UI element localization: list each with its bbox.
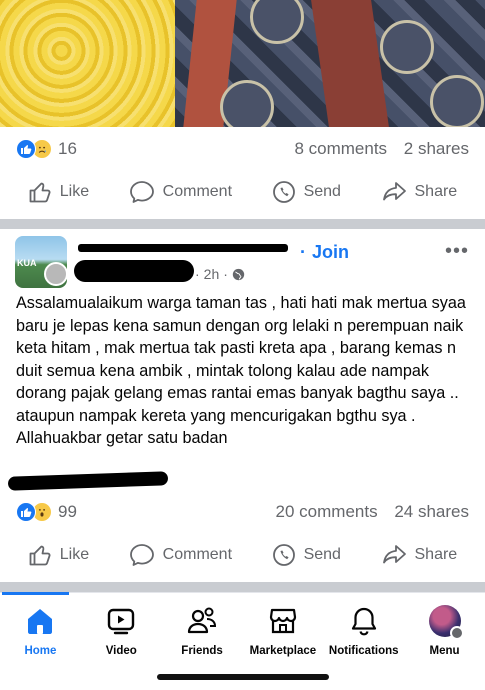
share-icon <box>382 545 406 564</box>
bottom-nav: Home Video Friends Marketplace Notificat… <box>0 592 485 664</box>
comment-icon <box>129 181 154 203</box>
photo-logo <box>380 20 434 74</box>
comment-icon <box>129 544 154 566</box>
redacted-author-name <box>74 260 194 282</box>
nav-friends[interactable]: Friends <box>162 593 243 664</box>
post1-reactions-row: 16 8 comments 2 shares <box>0 129 485 169</box>
post-body: Assalamualaikum warga taman tas , hati h… <box>16 294 466 447</box>
comments-count[interactable]: 20 comments <box>276 502 378 521</box>
shares-count[interactable]: 2 shares <box>404 139 469 158</box>
like-button[interactable]: Like <box>28 543 89 567</box>
like-label: Like <box>59 546 90 563</box>
comment-button[interactable]: Comment <box>129 180 232 204</box>
nav-home[interactable]: Home <box>0 592 81 664</box>
nav-marketplace-label: Marketplace <box>249 645 317 657</box>
like-label: Like <box>59 183 90 200</box>
share-button[interactable]: Share <box>381 543 458 567</box>
like-reaction-icon <box>16 139 36 159</box>
nav-video[interactable]: Video <box>81 593 162 664</box>
post-time[interactable]: 2h <box>204 266 220 282</box>
post-divider <box>0 219 485 229</box>
send-label: Send <box>303 546 341 563</box>
nav-marketplace[interactable]: Marketplace <box>242 593 323 664</box>
home-indicator[interactable] <box>157 674 329 680</box>
reaction-icons[interactable] <box>16 139 52 159</box>
menu-badge-icon <box>449 626 464 640</box>
more-options-icon[interactable]: ••• <box>445 240 469 263</box>
like-icon <box>29 545 51 566</box>
comment-button[interactable]: Comment <box>129 543 232 567</box>
home-icon <box>24 605 56 637</box>
post-photo[interactable] <box>0 0 485 127</box>
share-label: Share <box>414 546 458 563</box>
share-button[interactable]: Share <box>381 180 458 204</box>
comment-label: Comment <box>162 546 233 563</box>
send-label: Send <box>303 183 341 200</box>
reaction-count[interactable]: 99 <box>58 502 77 522</box>
send-icon <box>272 181 295 203</box>
post2-action-row: Like Comment Send Share <box>0 529 485 581</box>
like-reaction-icon <box>16 502 36 522</box>
nav-notifications-label: Notifications <box>328 645 399 657</box>
share-icon <box>382 182 406 201</box>
menu-avatar-wrap <box>428 605 464 640</box>
redacted-group-name <box>78 244 288 252</box>
send-button[interactable]: Send <box>272 543 341 567</box>
post2-reactions-row: 99 20 comments 24 shares <box>0 492 485 532</box>
share-label: Share <box>414 183 458 200</box>
friends-icon <box>186 605 218 637</box>
author-avatar[interactable] <box>44 262 68 286</box>
like-icon <box>29 182 51 203</box>
send-button[interactable]: Send <box>272 180 341 204</box>
avatar-sign: KUA <box>17 258 37 268</box>
reaction-count[interactable]: 16 <box>58 139 77 159</box>
like-button[interactable]: Like <box>28 180 89 204</box>
join-button[interactable]: · Join <box>300 242 349 263</box>
marketplace-icon <box>267 605 299 637</box>
photo-logo <box>430 75 484 127</box>
nav-notifications[interactable]: Notifications <box>323 593 404 664</box>
profile-avatar-icon <box>428 605 464 640</box>
globe-icon <box>232 268 245 280</box>
join-label: Join <box>312 242 350 262</box>
comment-label: Comment <box>162 183 233 200</box>
nav-menu-label: Menu <box>429 645 460 657</box>
comments-count[interactable]: 8 comments <box>294 139 387 158</box>
nav-home-label: Home <box>24 645 57 657</box>
post1-action-row: Like Comment Send Share <box>0 166 485 218</box>
post-divider <box>0 582 485 592</box>
redacted-text <box>7 471 169 491</box>
shares-count[interactable]: 24 shares <box>394 502 469 521</box>
reaction-icons[interactable] <box>16 502 52 522</box>
photo-logo <box>220 80 274 127</box>
video-icon <box>105 605 137 637</box>
post-meta: · 2h · <box>195 266 245 282</box>
notifications-icon <box>348 605 380 637</box>
send-icon <box>272 544 295 566</box>
post2-header: KUA · Join · 2h · ••• <box>0 234 485 290</box>
nav-video-label: Video <box>105 645 137 657</box>
nav-menu[interactable]: Menu <box>404 593 485 664</box>
nav-friends-label: Friends <box>181 645 223 657</box>
